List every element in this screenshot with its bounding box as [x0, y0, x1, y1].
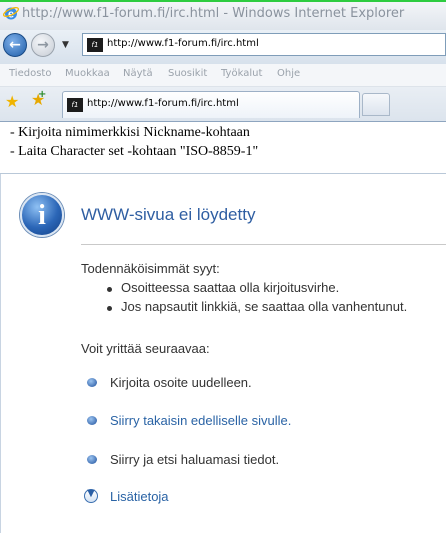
causes-heading: Todennäköisimmät syyt:	[81, 261, 220, 276]
menu-bar: Tiedosto Muokkaa Näytä Suosikit Työkalut…	[0, 64, 446, 87]
address-bar[interactable]: f1 http://www.f1-forum.fi/irc.html	[82, 33, 446, 56]
forward-button[interactable]: →	[31, 33, 55, 57]
go-back-link[interactable]: Siirry takaisin edelliselle sivulle.	[110, 413, 291, 428]
menu-item-favorites[interactable]: Suosikit	[168, 68, 207, 79]
cause-item: Osoitteessa saattaa olla kirjoitusvirhe.	[121, 280, 340, 295]
action-retype-address: Kirjoita osoite uudelleen.	[110, 375, 252, 390]
menu-item-view[interactable]: Näytä	[123, 68, 153, 79]
title-separator	[81, 244, 446, 245]
action-bullet-icon	[87, 455, 97, 464]
site-favicon-icon: f1	[87, 38, 103, 52]
back-button[interactable]: ←	[3, 33, 27, 57]
instruction-line-1: - Kirjoita nimimerkkisi Nickname-kohtaan	[10, 125, 250, 140]
tab-favicon-icon: f1	[67, 98, 83, 112]
page-content-top: - Kirjoita nimimerkkisi Nickname-kohtaan…	[0, 121, 446, 174]
info-icon: i	[20, 193, 64, 237]
bullet-icon	[107, 306, 112, 311]
window-title: http://www.f1-forum.fi/irc.html - Window…	[22, 6, 405, 21]
chevron-down-circle-icon[interactable]: ▼	[84, 488, 98, 503]
forward-arrow-icon: →	[37, 37, 49, 53]
bullet-icon	[107, 287, 112, 292]
menu-item-tools[interactable]: Työkalut	[221, 68, 262, 79]
favorites-star-icon[interactable]: ★	[5, 92, 19, 111]
error-title: WWW-sivua ei löydetty	[81, 205, 256, 224]
action-bullet-icon	[87, 416, 97, 425]
more-info-link[interactable]: Lisätietoja	[110, 489, 169, 504]
add-plus-icon: +	[38, 89, 47, 100]
address-url[interactable]: http://www.f1-forum.fi/irc.html	[107, 38, 259, 49]
new-tab-button[interactable]	[362, 93, 390, 116]
tab-current[interactable]: f1 http://www.f1-forum.fi/irc.html	[62, 91, 360, 118]
action-search: Siirry ja etsi haluamasi tiedot.	[110, 452, 280, 467]
internet-explorer-icon: e	[3, 7, 19, 21]
back-arrow-icon: ←	[9, 37, 21, 53]
menu-item-edit[interactable]: Muokkaa	[65, 68, 110, 79]
cause-item: Jos napsautit linkkiä, se saattaa olla v…	[121, 299, 408, 314]
error-page	[0, 174, 446, 533]
try-heading: Voit yrittää seuraavaa:	[81, 341, 210, 356]
action-bullet-icon	[87, 378, 97, 387]
instruction-line-2: - Laita Character set -kohtaan "ISO-8859…	[10, 144, 259, 159]
menu-item-file[interactable]: Tiedosto	[9, 68, 51, 79]
menu-item-help[interactable]: Ohje	[277, 68, 300, 79]
recent-pages-dropdown-icon[interactable]: ▼	[62, 40, 69, 50]
tab-label: http://www.f1-forum.fi/irc.html	[87, 98, 239, 109]
